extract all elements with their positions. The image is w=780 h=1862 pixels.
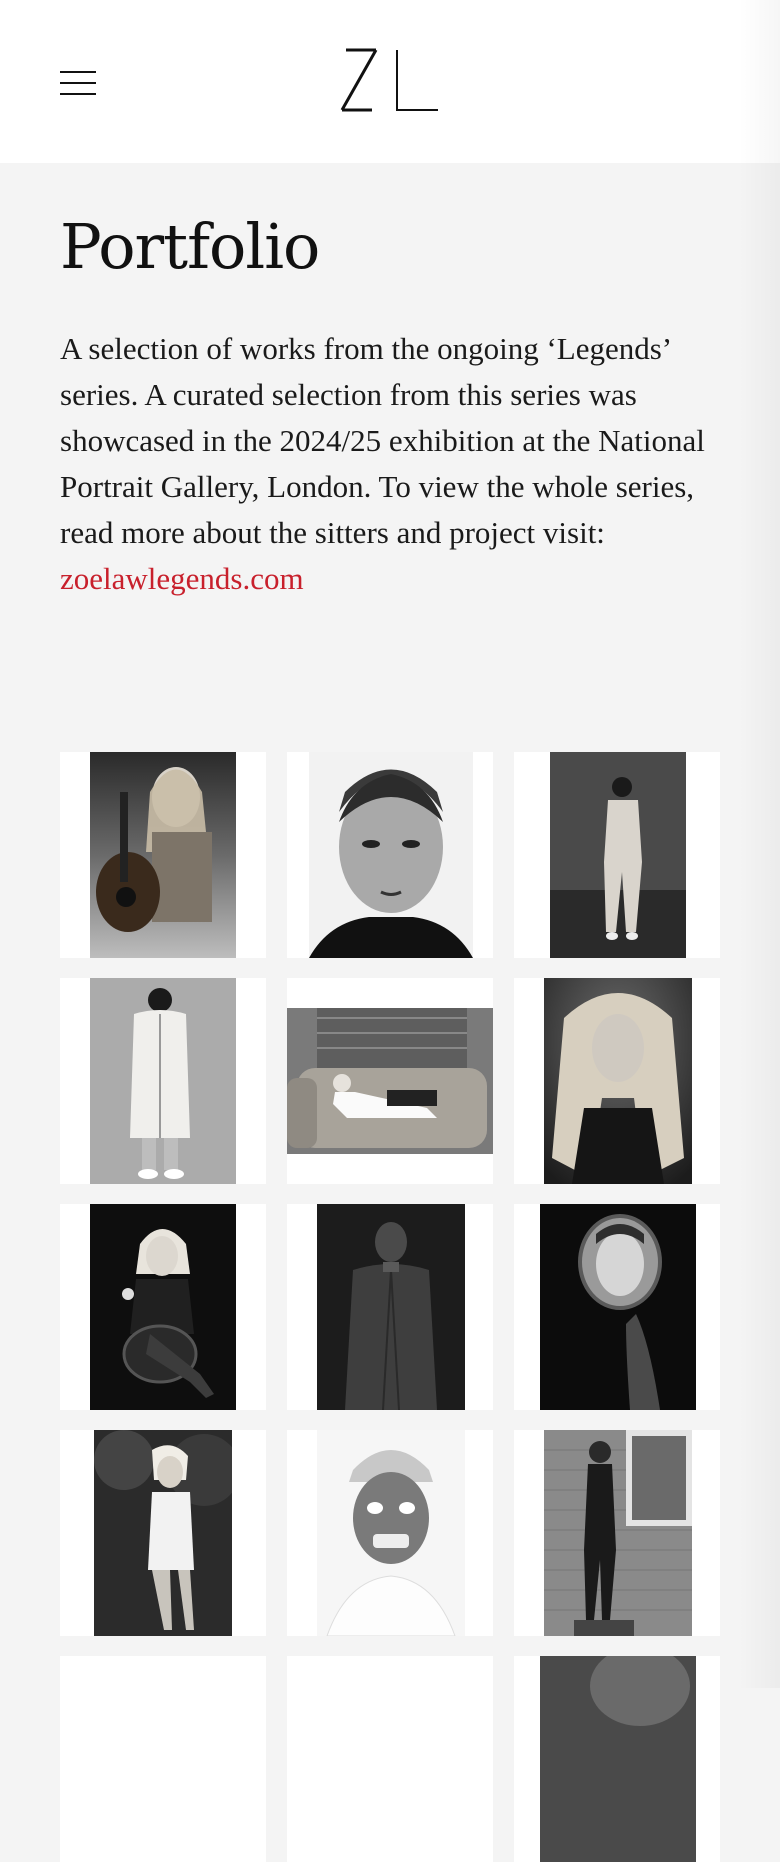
intro-paragraph: A selection of works from the ongoing ‘L…	[60, 326, 730, 602]
face-in-hand-mirror-photo	[540, 1204, 696, 1410]
page-title: Portfolio	[60, 210, 320, 283]
site-header: ZL	[0, 0, 780, 163]
man-close-up-portrait-photo	[309, 752, 473, 958]
woman-with-guitar-photo	[90, 752, 236, 958]
portfolio-item[interactable]	[60, 1656, 266, 1862]
legends-link[interactable]: zoelawlegends.com	[60, 561, 304, 596]
menu-bar	[60, 82, 96, 84]
portfolio-item[interactable]	[60, 752, 266, 958]
portfolio-item[interactable]	[60, 978, 266, 1184]
woman-on-leather-sofa-photo	[287, 1008, 493, 1154]
zl-logo[interactable]: ZL	[340, 48, 440, 114]
portfolio-item[interactable]	[287, 1656, 493, 1862]
menu-bar	[60, 93, 96, 95]
portfolio-item[interactable]	[514, 752, 720, 958]
portfolio-item[interactable]	[514, 1204, 720, 1410]
hamburger-menu-icon[interactable]	[60, 70, 96, 96]
scroll-edge-shadow	[738, 0, 780, 1688]
intro-text: A selection of works from the ongoing ‘L…	[60, 331, 705, 550]
menu-bar	[60, 71, 96, 73]
portfolio-item[interactable]	[287, 1430, 493, 1636]
portfolio-item[interactable]	[287, 752, 493, 958]
man-in-cap-laughing-photo	[317, 1430, 465, 1636]
portfolio-item[interactable]	[287, 978, 493, 1184]
portfolio-item[interactable]	[514, 1656, 720, 1862]
man-in-puffer-coat-photo	[90, 978, 236, 1184]
portfolio-item[interactable]	[60, 1430, 266, 1636]
woman-in-garden-photo	[94, 1430, 232, 1636]
portfolio-item[interactable]	[514, 978, 720, 1184]
woman-in-catsuit-by-window-photo	[544, 1430, 692, 1636]
man-standing-light-suit-photo	[550, 752, 686, 958]
woman-seated-on-chair-photo	[90, 1204, 236, 1410]
woman-long-blonde-hair-photo	[544, 978, 692, 1184]
portfolio-partial-photo	[540, 1656, 696, 1862]
portfolio-item[interactable]	[60, 1204, 266, 1410]
portfolio-item[interactable]	[514, 1430, 720, 1636]
portfolio-item[interactable]	[287, 1204, 493, 1410]
man-in-long-coat-photo	[317, 1204, 465, 1410]
